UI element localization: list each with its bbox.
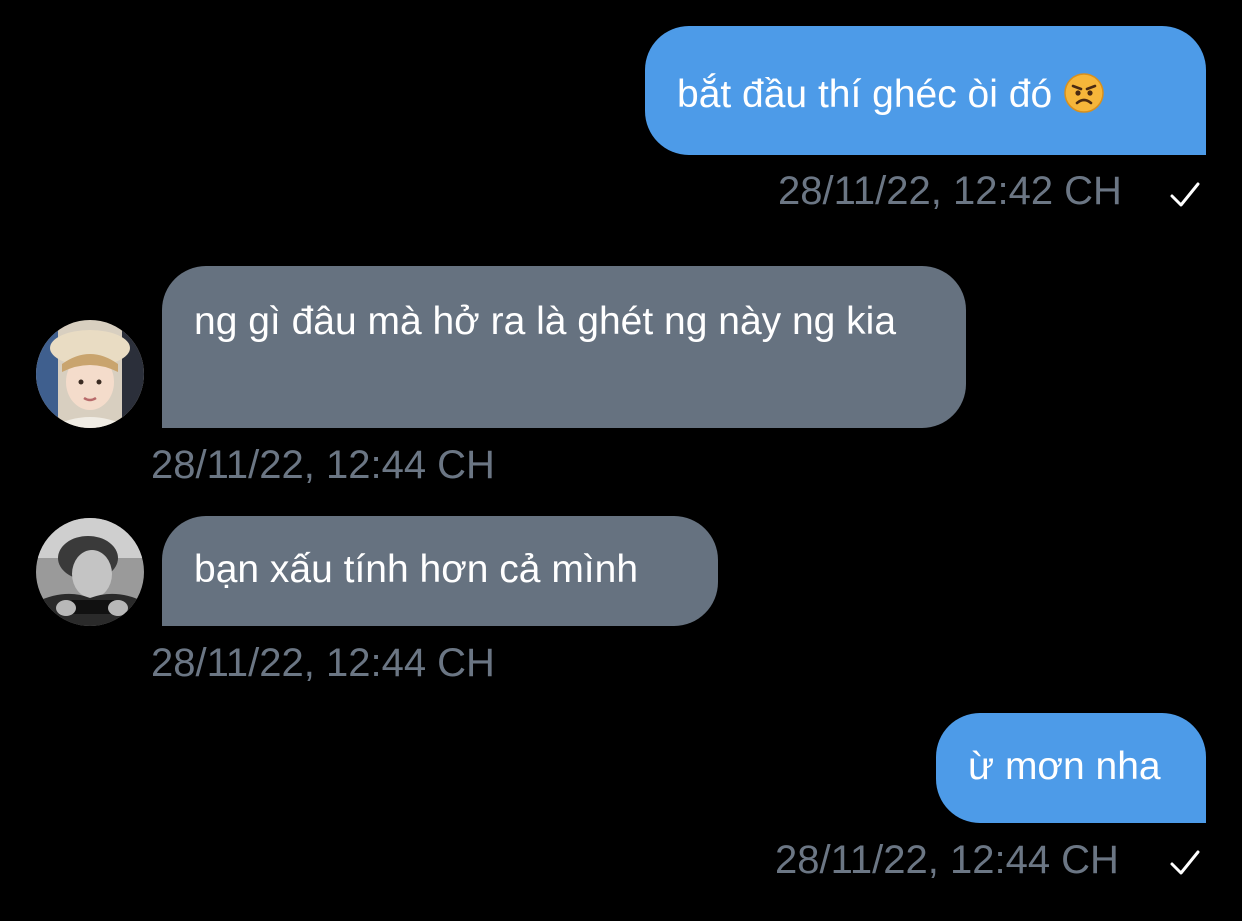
avatar[interactable] [36, 518, 144, 626]
check-icon [1170, 850, 1200, 875]
message-timestamp: 28/11/22, 12:44 CH [775, 838, 1119, 882]
message-bubble-sent[interactable]: ừ mơn nha [936, 713, 1206, 823]
avatar[interactable] [36, 320, 144, 428]
message-timestamp: 28/11/22, 12:44 CH [151, 443, 495, 487]
message-bubble-sent[interactable]: bắt đầu thí ghéc òi đó [645, 26, 1206, 155]
message-bubble-received[interactable]: ng gì đâu mà hở ra là ghét ng này ng kia [162, 266, 966, 428]
message-text: ng gì đâu mà hở ra là ghét ng này ng kia [194, 300, 897, 343]
angry-face-emoji [1064, 73, 1104, 113]
message-text: bắt đầu thí ghéc òi đó [677, 73, 1053, 116]
check-icon [1170, 182, 1200, 207]
message-text: bạn xấu tính hơn cả mình [194, 548, 639, 591]
avatar-photo-grayscale [36, 518, 144, 626]
message-timestamp: 28/11/22, 12:44 CH [151, 641, 495, 685]
avatar-photo [36, 320, 144, 428]
message-timestamp: 28/11/22, 12:42 CH [778, 169, 1122, 213]
message-text: ừ mơn nha [968, 745, 1161, 788]
message-bubble-received[interactable]: bạn xấu tính hơn cả mình [162, 516, 718, 626]
